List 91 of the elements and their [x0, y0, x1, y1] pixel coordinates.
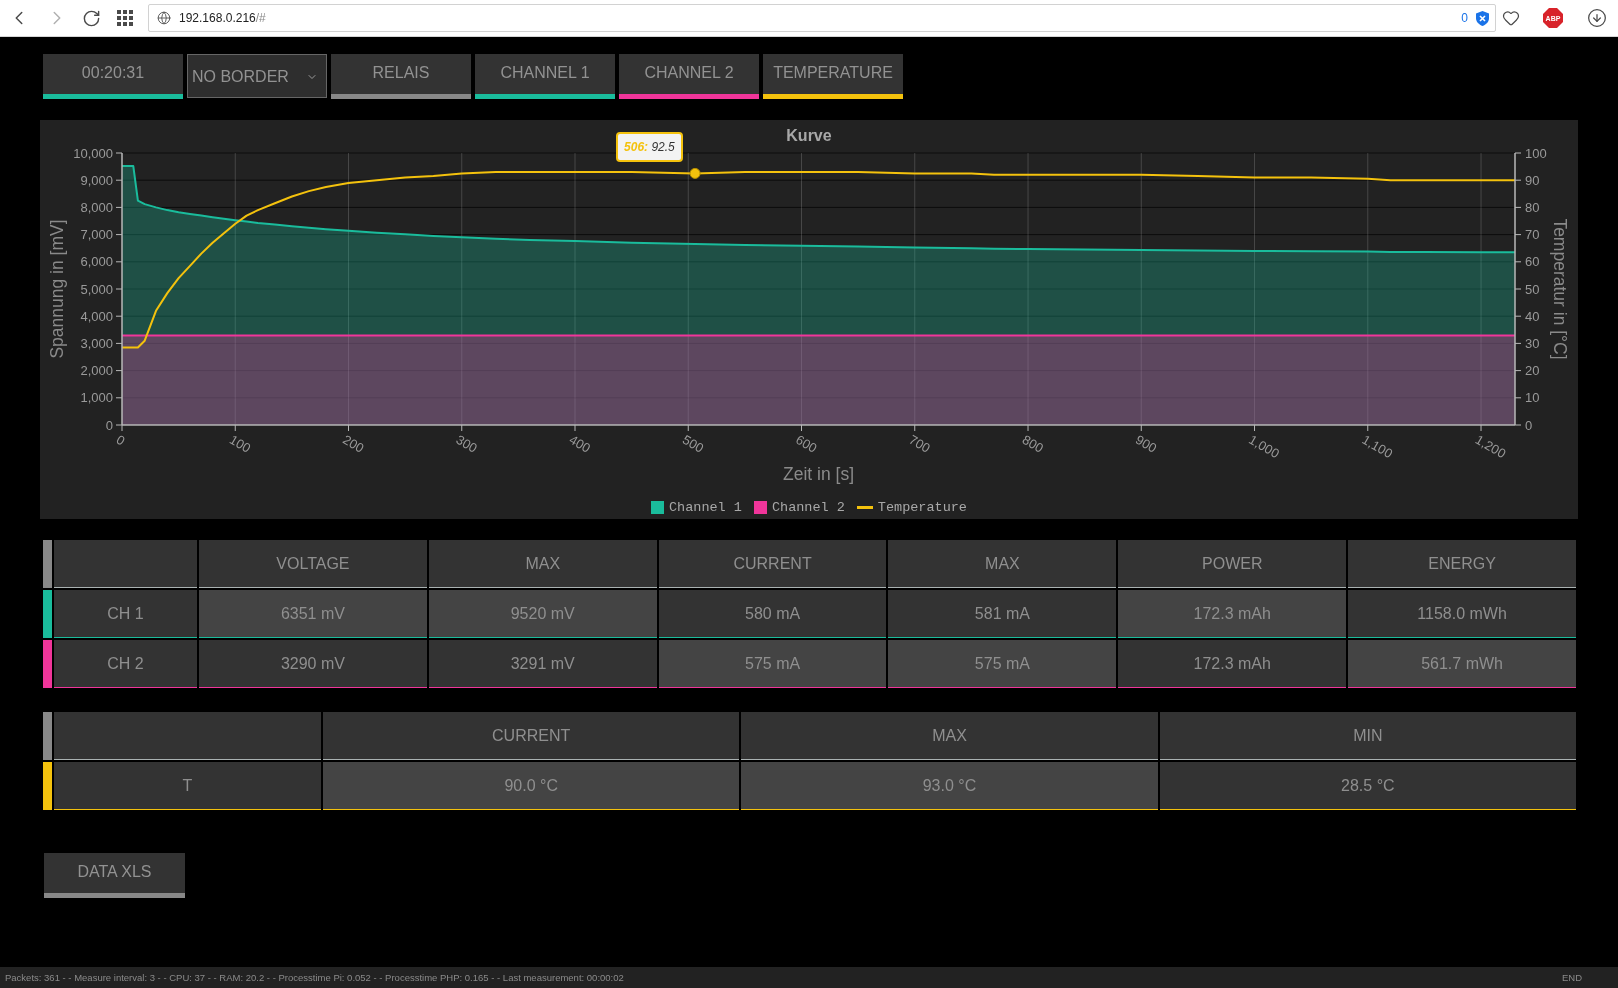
axis-tick-label: 400	[566, 431, 593, 456]
table-header-cell: VOLTAGE	[199, 540, 427, 588]
axis-tick-label: 20	[1525, 363, 1540, 379]
toolbar-button[interactable]: CHANNEL 1	[475, 54, 615, 99]
table-header-cell: CURRENT	[323, 712, 740, 760]
table-header-cell: MAX	[428, 540, 657, 588]
y-axis-title: Spannung in [mV]	[47, 219, 67, 359]
table-header-cell: ENERGY	[1348, 540, 1576, 588]
download-icon	[1587, 8, 1607, 28]
axis-tick-label: 100	[226, 431, 254, 456]
axis-tick-label: 0	[1525, 417, 1533, 433]
table-header-cell: MAX	[741, 712, 1158, 760]
table-cell: 575 mA	[888, 640, 1117, 688]
table-cell: 3290 mV	[199, 640, 427, 688]
x-axis-title: Zeit in [s]	[783, 464, 854, 484]
axis-tick-label: 300	[453, 431, 480, 456]
table-cell: 9520 mV	[428, 590, 657, 638]
legend-label[interactable]: Channel 1	[669, 500, 742, 515]
axis-tick-label: 30	[1525, 335, 1540, 351]
axis-tick-label: 0	[113, 431, 128, 449]
legend-label[interactable]: Temperature	[877, 500, 967, 515]
axis-tick-label: 2,000	[80, 363, 113, 379]
globe-icon	[157, 11, 171, 25]
table-cell: 575 mA	[658, 640, 887, 688]
axis-tick-label: 5,000	[80, 281, 113, 297]
table-header-cell: MIN	[1159, 712, 1576, 760]
table-cell: 172.3 mAh	[1118, 590, 1347, 638]
toolbar-button[interactable]: RELAIS	[331, 54, 471, 99]
grid-icon	[117, 10, 133, 26]
axis-tick-label: 50	[1525, 281, 1540, 297]
row-label-cell: T	[54, 762, 321, 810]
axis-tick-label: 80	[1525, 199, 1540, 215]
axis-tick-label: 90	[1525, 172, 1540, 188]
header-marker-icon	[43, 540, 52, 588]
chart-tooltip: 506: 92.5	[616, 132, 683, 163]
table-cell: 28.5 °C	[1159, 762, 1576, 810]
table-cell: 580 mA	[658, 590, 887, 638]
axis-tick-label: 10	[1525, 390, 1540, 406]
table-cell: 1158.0 mWh	[1348, 590, 1576, 638]
axis-tick-label: 1,000	[1246, 431, 1282, 462]
heart-icon	[1502, 9, 1520, 27]
axis-tick-label: 7,000	[80, 227, 113, 243]
axis-tick-label: 600	[793, 431, 820, 456]
status-text: Packets: 361 - - Measure interval: 3 - - CPU: 37 - - RAM: 20.2 - - Processtime Pi: 0.052 - - Processtime PHP: 0.165 - - Last measurement: 00:00:02	[5, 972, 624, 983]
data-point-marker	[689, 167, 701, 179]
toolbar-button[interactable]: CHANNEL 2	[619, 54, 759, 99]
axis-tick-label: 0	[105, 417, 113, 433]
shield-icon[interactable]	[1476, 10, 1489, 26]
table-cell: 561.7 mWh	[1348, 640, 1576, 688]
table-cell: 6351 mV	[199, 590, 427, 638]
axis-tick-label: 9,000	[80, 172, 113, 188]
table-cell: 90.0 °C	[323, 762, 740, 810]
axis-tick-label: 4,000	[80, 308, 113, 324]
table-cell: 3291 mV	[428, 640, 657, 688]
axis-tick-label: 100	[1525, 145, 1547, 161]
axis-tick-label: 10,000	[73, 145, 113, 161]
axis-tick-label: 500	[679, 431, 707, 456]
address-field[interactable]: 192.168.0.216/# 0	[148, 4, 1496, 32]
table-cell: 93.0 °C	[741, 762, 1158, 810]
axis-tick-label: 8,000	[80, 199, 113, 215]
axis-tick-label: 1,000	[80, 390, 113, 406]
axis-tick-label: 1,200	[1472, 431, 1509, 462]
chart-title: Kurve	[786, 127, 832, 144]
table-header-cell: CURRENT	[658, 540, 887, 588]
table-header-cell: POWER	[1118, 540, 1347, 588]
row-label-cell: CH 1	[54, 590, 197, 638]
axis-tick-label: 3,000	[80, 335, 113, 351]
export-button[interactable]: DATA XLS	[44, 853, 185, 898]
border-select[interactable]: NO BORDER	[187, 54, 327, 98]
axis-tick-label: 900	[1132, 431, 1160, 456]
blocked-count: 0	[1461, 11, 1468, 25]
secondary-y-axis-title: Temperatur in [°C]	[1550, 218, 1570, 360]
legend-label[interactable]: Channel 2	[771, 500, 845, 515]
url-text: 192.168.0.216/#	[179, 11, 266, 25]
axis-tick-label: 6,000	[80, 254, 113, 270]
timer-button[interactable]: 00:20:31	[43, 54, 183, 99]
axis-tick-label: 200	[340, 431, 367, 456]
axis-tick-label: 1,100	[1359, 431, 1396, 462]
row-label-cell: CH 2	[54, 640, 197, 688]
toolbar-button[interactable]: TEMPERATURE	[763, 54, 903, 99]
status-end-label: END	[1561, 972, 1582, 983]
table-cell: 172.3 mAh	[1118, 640, 1347, 688]
axis-tick-label: 700	[906, 431, 933, 456]
table-header-cell: MAX	[888, 540, 1117, 588]
reload-icon	[81, 8, 101, 28]
table-cell: 581 mA	[888, 590, 1117, 638]
header-marker-icon	[43, 712, 52, 760]
axis-tick-label: 60	[1525, 254, 1540, 270]
axis-tick-label: 40	[1525, 308, 1540, 324]
axis-tick-label: 70	[1525, 227, 1540, 243]
axis-tick-label: 800	[1019, 431, 1046, 456]
